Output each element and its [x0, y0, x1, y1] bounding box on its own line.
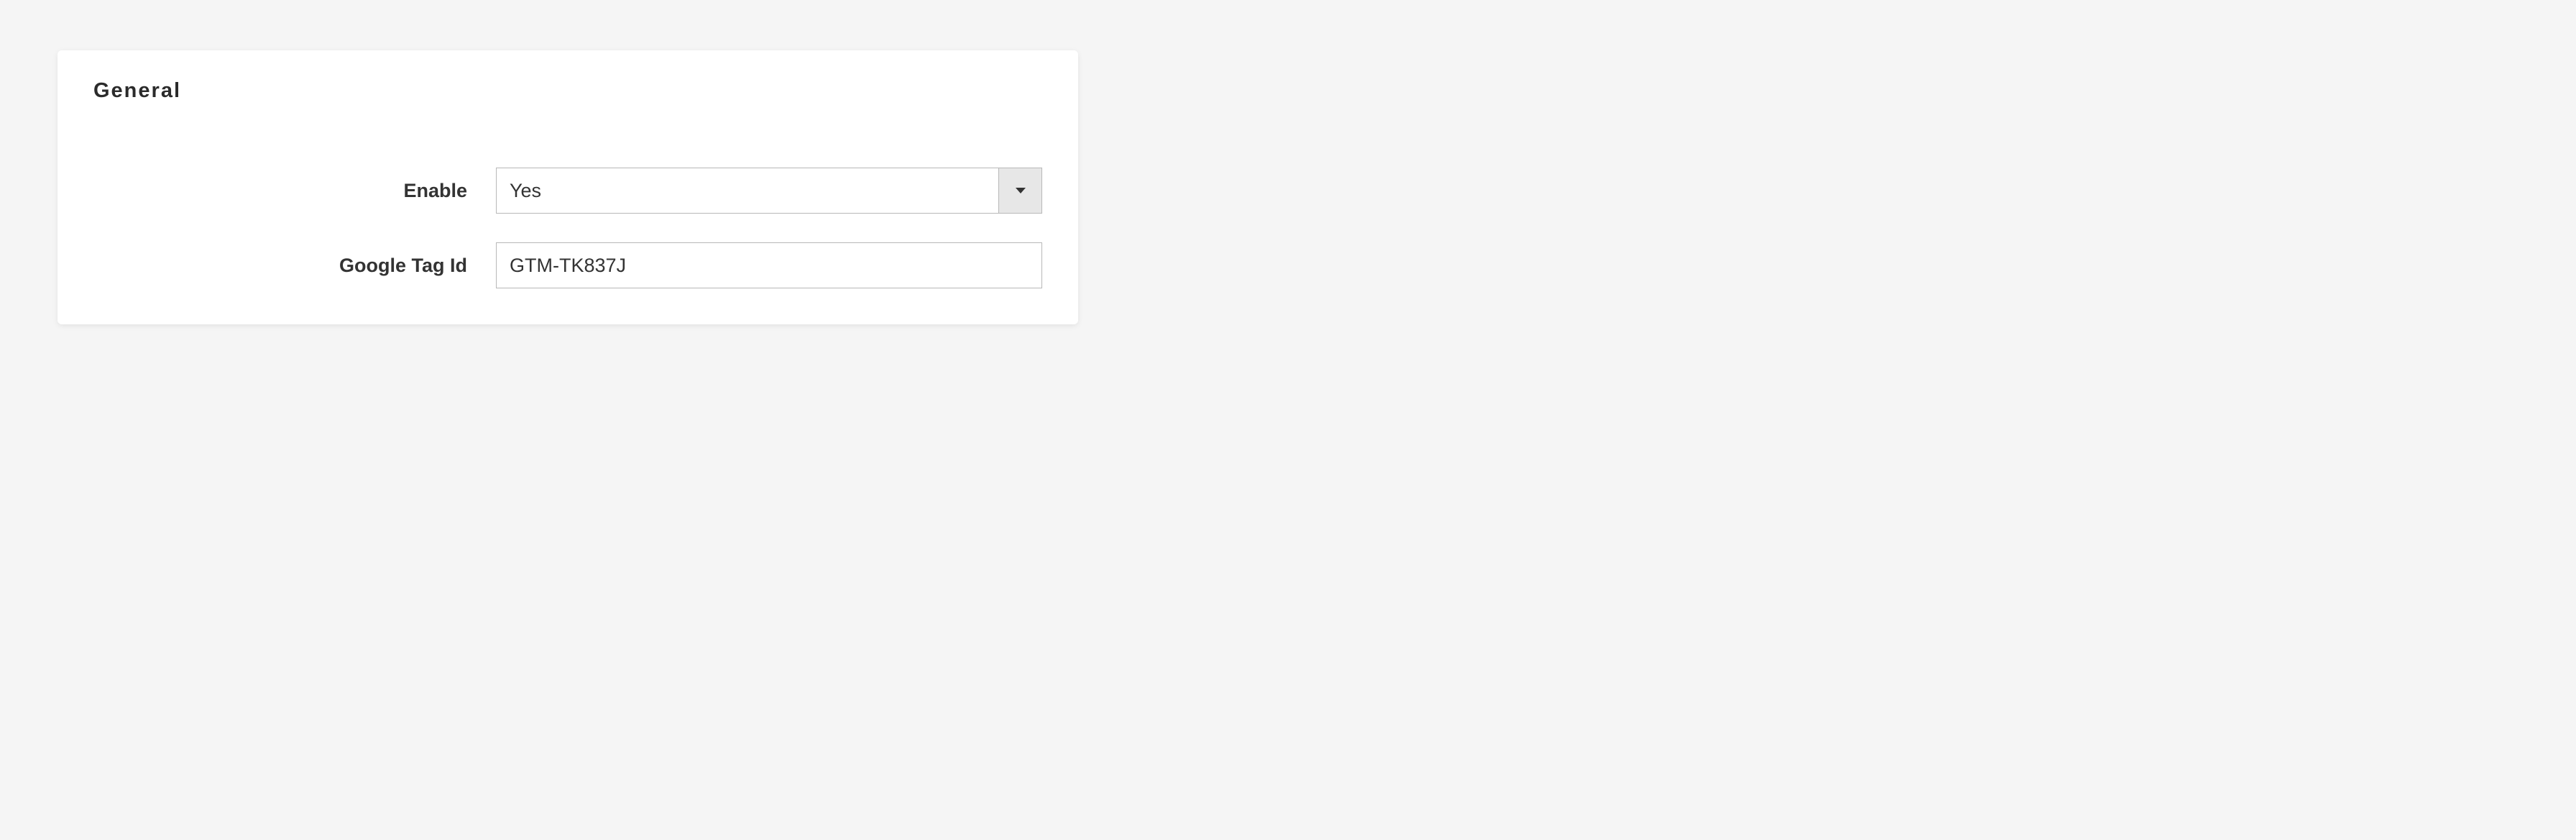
- google-tag-id-input[interactable]: [496, 242, 1042, 288]
- enable-row: Enable Yes: [93, 168, 1042, 214]
- google-tag-id-control-wrap: [496, 242, 1042, 288]
- enable-label: Enable: [93, 180, 496, 202]
- google-tag-id-row: Google Tag Id: [93, 242, 1042, 288]
- section-title: General: [93, 79, 1042, 103]
- enable-select[interactable]: Yes: [496, 168, 1042, 214]
- chevron-down-icon: [1016, 188, 1026, 193]
- enable-select-arrow[interactable]: [998, 168, 1041, 213]
- general-settings-panel: General Enable Yes Google Tag Id: [58, 50, 1078, 324]
- google-tag-id-label: Google Tag Id: [93, 255, 496, 277]
- enable-control-wrap: Yes: [496, 168, 1042, 214]
- enable-select-value: Yes: [497, 168, 998, 213]
